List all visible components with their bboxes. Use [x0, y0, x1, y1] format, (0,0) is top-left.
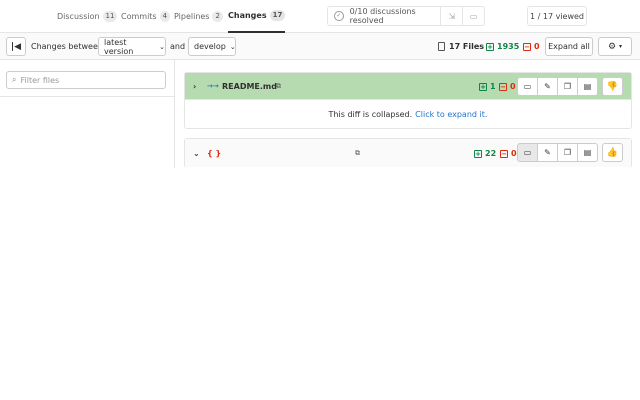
tab-label: Commits [121, 12, 157, 21]
chevron-down-icon[interactable]: ⌄ [193, 149, 200, 158]
and-label: and [170, 42, 186, 51]
source-version-dropdown[interactable]: latest version ⌄ [98, 37, 166, 56]
plus-square-icon: + [474, 149, 482, 158]
diff-settings-button[interactable]: ⚙ ▾ [598, 37, 632, 56]
collapsed-diff-message: This diff is collapsed. Click to expand … [185, 100, 631, 128]
next-unresolved-button[interactable]: ⇲ [441, 7, 462, 25]
tab-changes[interactable]: Changes 17 [228, 0, 286, 33]
minus-square-icon: − [523, 42, 531, 51]
additions-count: 22 [485, 148, 497, 158]
comment-icon[interactable]: ▭ [463, 7, 484, 25]
file-additions: +22 [474, 149, 496, 158]
diff-file-header[interactable]: ⌄ { } ⧉ +22 −0 ▭ ✎ ❐ ▤ 👍 [185, 139, 631, 167]
discussions-resolved-text: 0/10 discussions resolved [349, 7, 416, 25]
chevron-down-icon: ▾ [619, 43, 623, 50]
raw-file-icon[interactable]: ▤ [577, 143, 598, 162]
raw-file-icon[interactable]: ▤ [577, 77, 598, 96]
edit-icon[interactable]: ✎ [537, 143, 558, 162]
tab-count-badge: 2 [212, 11, 223, 22]
chevron-right-icon[interactable]: › [193, 82, 196, 91]
deletions-count: 0 [534, 42, 540, 51]
diff-file-readme: › →→ README.md ⧉ +1 −0 ▭ ✎ ❐ ▤ 👎 This di… [184, 72, 632, 129]
chevron-down-icon: ⌄ [159, 42, 165, 51]
dropdown-value: latest version [104, 37, 134, 56]
compare-bar: |◀ Changes between latest version ⌄ and … [0, 33, 640, 60]
tab-label: Changes [228, 11, 267, 20]
markdown-file-icon: →→ [207, 82, 219, 90]
total-deletions: − 0 [523, 33, 540, 60]
chevron-down-icon: ⌄ [229, 42, 236, 51]
edit-icon[interactable]: ✎ [537, 77, 558, 96]
file-additions: +1 [479, 82, 496, 91]
minus-square-icon: − [500, 149, 508, 158]
file-icon [438, 42, 445, 51]
total-additions: + 1935 [486, 33, 519, 60]
filter-files-input[interactable]: ⌕ Filter files [6, 71, 166, 89]
deletions-count: 0 [511, 148, 517, 158]
copy-path-icon[interactable]: ⧉ [355, 149, 360, 158]
minus-square-icon: − [499, 82, 507, 91]
expand-diff-link[interactable]: Click to expand it. [415, 110, 487, 119]
tab-count-badge: 4 [159, 11, 171, 22]
tab-label: Discussion [57, 12, 100, 21]
file-tree-sidebar: ⌕ Filter files [0, 60, 175, 168]
file-name[interactable]: README.md [222, 82, 277, 91]
thumbs-down-icon[interactable]: 👎 [602, 77, 623, 96]
additions-count: 1935 [497, 42, 520, 51]
copy-path-icon[interactable]: ⧉ [276, 82, 281, 91]
tab-commits[interactable]: Commits 4 [121, 0, 171, 33]
diff-file-header[interactable]: › →→ README.md ⧉ +1 −0 ▭ ✎ ❐ ▤ 👎 [185, 73, 631, 100]
diff-file-actions: ▭ ✎ ❐ ▤ 👍 [517, 143, 623, 162]
tab-pipelines[interactable]: Pipelines 2 [174, 0, 223, 33]
tab-count-badge: 11 [102, 11, 118, 22]
comment-icon[interactable]: ▭ [517, 143, 538, 162]
tab-discussion[interactable]: Discussion 11 [57, 0, 118, 33]
files-count: 17 Files [438, 33, 484, 60]
filter-placeholder: Filter files [20, 75, 60, 85]
merge-request-tabs: Discussion 11 Commits 4 Pipelines 2 Chan… [0, 0, 640, 33]
json-file-icon: { } [207, 148, 222, 158]
thumbs-up-icon[interactable]: 👍 [602, 143, 623, 162]
file-deletions: −0 [500, 149, 517, 158]
additions-count: 1 [490, 81, 496, 91]
comment-icon[interactable]: ▭ [517, 77, 538, 96]
changes-between-label: Changes between [31, 42, 103, 51]
deletions-count: 0 [510, 81, 516, 91]
search-icon: ⌕ [12, 75, 17, 84]
files-viewed-counter: 1 / 17 viewed [527, 6, 587, 26]
gear-icon: ⚙ [607, 41, 617, 52]
file-deletions: −0 [499, 82, 516, 91]
divider [0, 96, 175, 97]
dropdown-value: develop [194, 42, 226, 51]
view-file-icon[interactable]: ❐ [557, 77, 578, 96]
expand-all-button[interactable]: Expand all [545, 37, 593, 56]
check-circle-icon: ✓ [334, 11, 344, 21]
tab-label: Pipelines [174, 12, 210, 21]
files-count-text: 17 Files [449, 42, 485, 51]
target-branch-dropdown[interactable]: develop ⌄ [188, 37, 236, 56]
tab-count-badge: 17 [269, 10, 286, 21]
diff-file-actions: ▭ ✎ ❐ ▤ 👎 [517, 77, 623, 96]
collapsed-text: This diff is collapsed. [328, 109, 413, 119]
diff-file-json: ⌄ { } ⧉ +22 −0 ▭ ✎ ❐ ▤ 👍 [184, 138, 632, 168]
view-file-icon[interactable]: ❐ [557, 143, 578, 162]
plus-square-icon: + [479, 82, 487, 91]
discussions-resolved-widget: ✓ 0/10 discussions resolved ⇲ ▭ [327, 6, 485, 26]
toggle-file-tree-button[interactable]: |◀ [6, 37, 26, 56]
plus-square-icon: + [486, 42, 494, 51]
